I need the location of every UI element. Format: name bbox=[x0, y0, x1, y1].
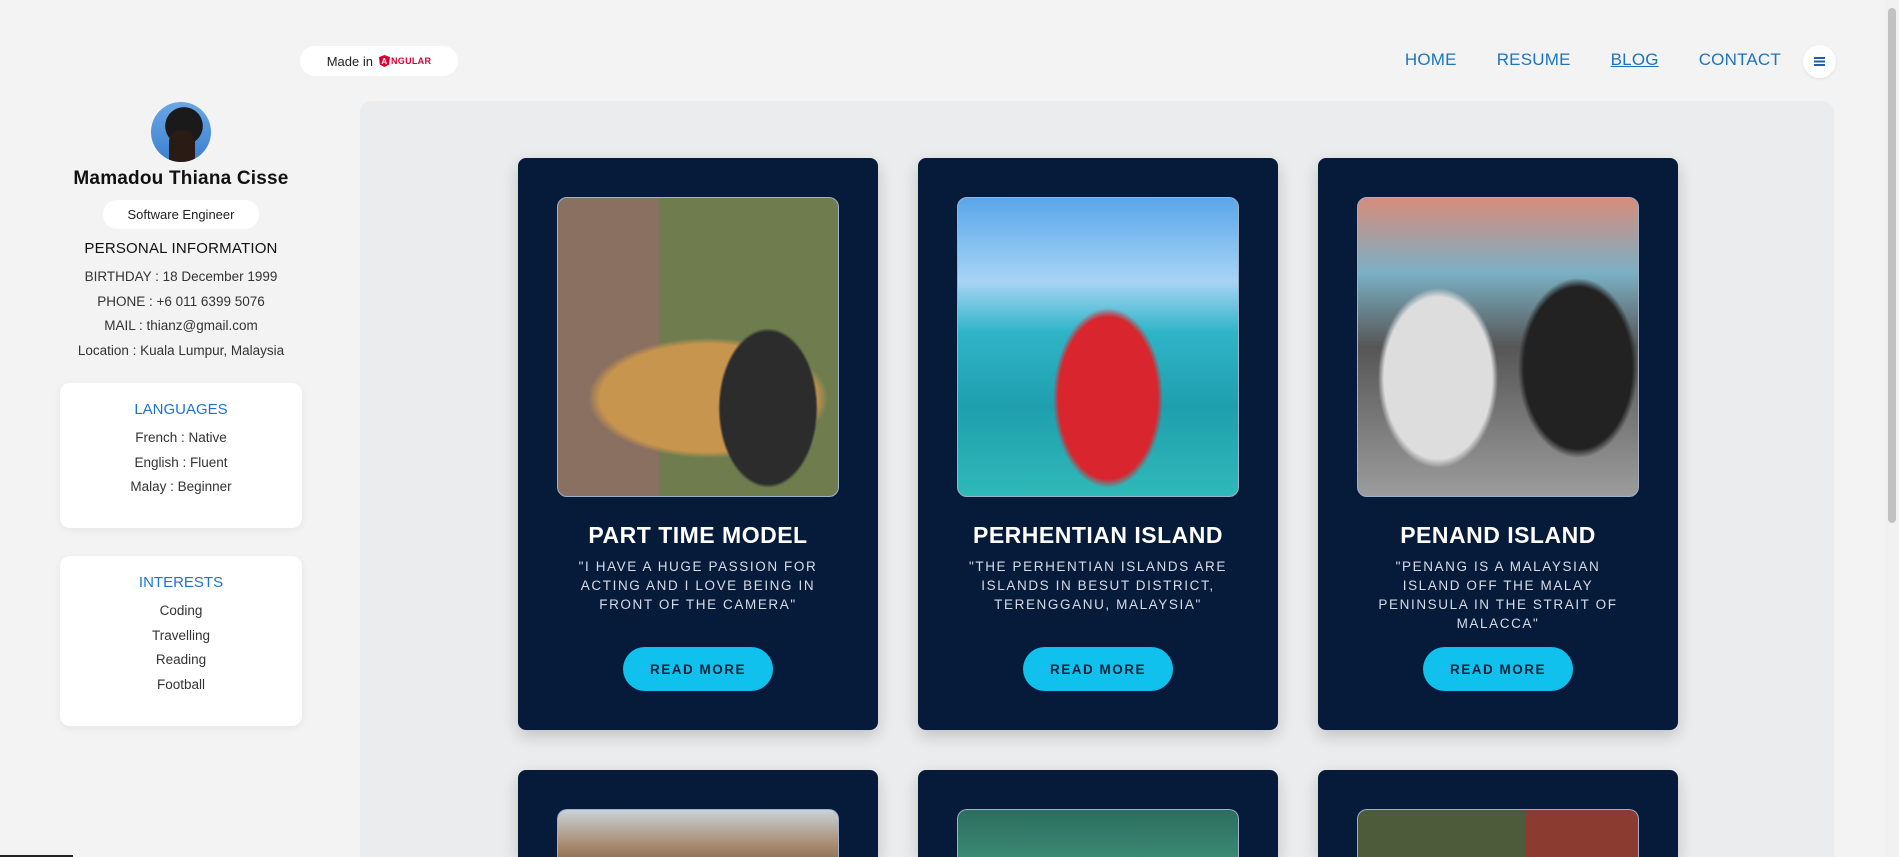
made-in-badge: Made in A NGULAR bbox=[300, 46, 458, 76]
blog-card-title: PERHENTIAN ISLAND bbox=[972, 522, 1223, 548]
languages-title: LANGUAGES bbox=[134, 401, 228, 418]
personal-info-title: PERSONAL INFORMATION bbox=[84, 240, 278, 257]
phone-text: PHONE : +6 011 6399 5076 bbox=[97, 293, 265, 309]
language-item: French : Native bbox=[135, 430, 227, 445]
blog-card-photo bbox=[1357, 809, 1639, 857]
hamburger-icon bbox=[1814, 57, 1825, 66]
mail-text: MAIL : thianz@gmail.com bbox=[104, 318, 258, 333]
blog-card bbox=[918, 770, 1278, 857]
page-scrollbar[interactable] bbox=[1885, 0, 1899, 857]
interests-card: INTERESTS Coding Travelling Reading Foot… bbox=[60, 556, 302, 726]
main-nav: HOME RESUME BLOG CONTACT bbox=[1405, 50, 1781, 70]
blog-card-description: "I HAVE A HUGE PASSION FOR ACTING AND I … bbox=[578, 559, 818, 612]
language-item: Malay : Beginner bbox=[130, 479, 232, 494]
blog-card-description: "PENANG IS A MALAYSIAN ISLAND OFF THE MA… bbox=[1378, 559, 1618, 631]
angular-logo-text: NGULAR bbox=[390, 56, 432, 66]
interest-item: Travelling bbox=[151, 627, 211, 643]
made-in-label: Made in bbox=[326, 53, 373, 69]
role-badge: Software Engineer bbox=[102, 200, 260, 229]
blog-card-photo bbox=[957, 197, 1239, 497]
angular-logo-icon: A NGULAR bbox=[378, 55, 432, 67]
blog-card: PENAND ISLAND "PENANG IS A MALAYSIAN ISL… bbox=[1318, 158, 1678, 730]
interests-title: INTERESTS bbox=[138, 574, 224, 591]
interest-item: Reading bbox=[155, 652, 207, 667]
blog-card-photo bbox=[557, 197, 839, 497]
blog-card bbox=[1318, 770, 1678, 857]
blog-card-photo bbox=[1357, 197, 1639, 497]
birthday-text: BIRTHDAY : 18 December 1999 bbox=[84, 269, 278, 284]
avatar bbox=[151, 102, 211, 162]
location-text: Location : Kuala Lumpur, Malaysia bbox=[77, 342, 285, 358]
blog-card-title: PART TIME MODEL bbox=[588, 522, 808, 548]
interest-item: Football bbox=[156, 676, 206, 692]
blog-card-title: PENAND ISLAND bbox=[1400, 522, 1596, 548]
nav-home[interactable]: HOME bbox=[1405, 50, 1457, 70]
read-more-button[interactable]: READ MORE bbox=[1423, 647, 1573, 691]
read-more-button[interactable]: READ MORE bbox=[1023, 647, 1173, 691]
blog-card: PART TIME MODEL "I HAVE A HUGE PASSION F… bbox=[518, 158, 878, 730]
profile-name: Mamadou Thiana Cisse bbox=[73, 168, 289, 189]
interest-item: Coding bbox=[159, 603, 203, 618]
read-more-button[interactable]: READ MORE bbox=[623, 647, 773, 691]
blog-card bbox=[518, 770, 878, 857]
blog-card: PERHENTIAN ISLAND "THE PERHENTIAN ISLAND… bbox=[918, 158, 1278, 730]
menu-button[interactable] bbox=[1803, 45, 1836, 78]
scrollbar-thumb[interactable] bbox=[1888, 8, 1896, 523]
languages-card: LANGUAGES French : Native English : Flue… bbox=[60, 383, 302, 528]
personal-info-list: BIRTHDAY : 18 December 1999 PHONE : +6 0… bbox=[55, 265, 307, 363]
blog-card-photo bbox=[557, 809, 839, 857]
nav-blog[interactable]: BLOG bbox=[1611, 50, 1659, 70]
blog-card-description: "THE PERHENTIAN ISLANDS ARE ISLANDS IN B… bbox=[968, 559, 1228, 612]
profile-sidebar: Mamadou Thiana Cisse Software Engineer P… bbox=[55, 100, 307, 726]
angular-shield-icon: A bbox=[378, 55, 390, 67]
language-item: English : Fluent bbox=[134, 454, 228, 470]
nav-resume[interactable]: RESUME bbox=[1497, 50, 1571, 70]
blog-card-photo bbox=[957, 809, 1239, 857]
nav-contact[interactable]: CONTACT bbox=[1699, 50, 1781, 70]
